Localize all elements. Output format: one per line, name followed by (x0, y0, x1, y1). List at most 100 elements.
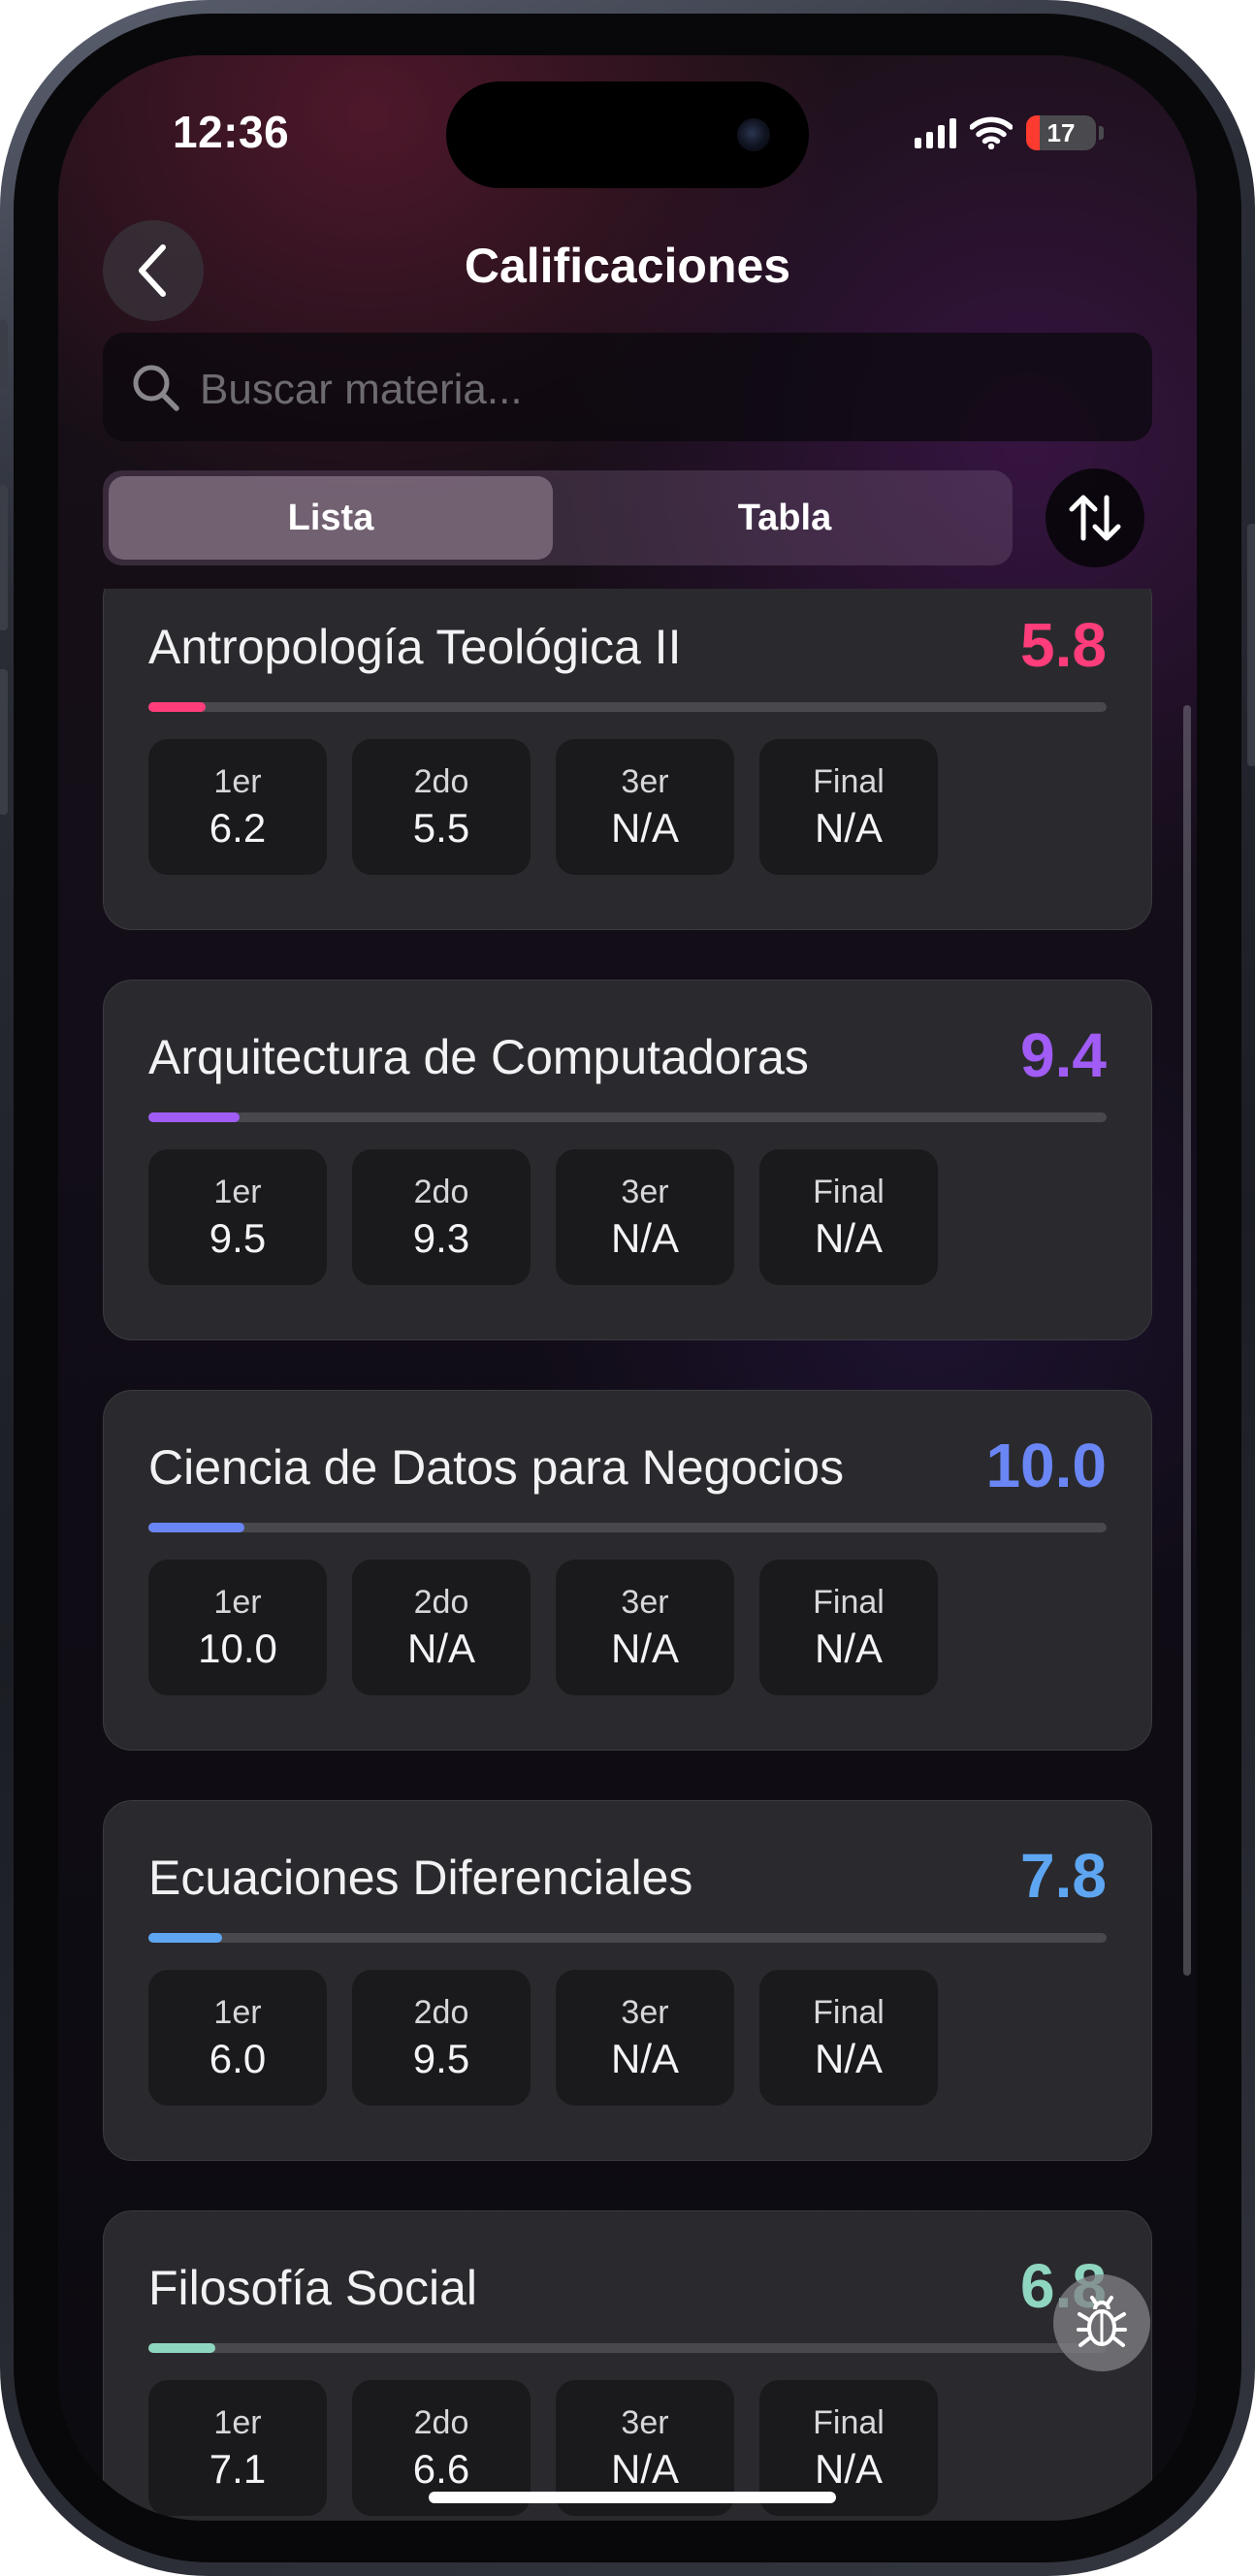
grade-box: 3er N/A (556, 1149, 734, 1285)
dynamic-island (446, 81, 809, 188)
debug-button[interactable] (1053, 2274, 1150, 2371)
subject-average: 9.4 (1020, 1020, 1107, 1090)
subject-card[interactable]: Ecuaciones Diferenciales 7.8 1er 6.0 2do 9… (103, 1800, 1152, 2161)
progress-track (148, 1112, 1107, 1122)
grade-label: 2do (413, 1173, 469, 1210)
grade-box: 1er 10.0 (148, 1560, 327, 1695)
grade-value: 6.0 (209, 2035, 267, 2081)
grade-label: 2do (413, 2403, 469, 2441)
view-toggle: Lista Tabla (103, 470, 1013, 565)
progress-track (148, 702, 1107, 712)
phone-frame: 12:36 17 Calificaciones Buscar materia..… (0, 0, 1255, 2576)
subject-name: Arquitectura de Computadoras (148, 1030, 809, 1084)
subject-average: 5.8 (1020, 610, 1107, 680)
tab-tabla[interactable]: Tabla (563, 476, 1007, 560)
screen: 12:36 17 Calificaciones Buscar materia..… (58, 55, 1197, 2521)
grade-label: 3er (621, 1583, 669, 1621)
search-placeholder: Buscar materia... (200, 366, 523, 413)
grade-box: 2do 9.3 (352, 1149, 531, 1285)
sort-button[interactable] (1046, 468, 1144, 567)
wifi-icon (970, 116, 1013, 149)
grade-label: 2do (413, 762, 469, 800)
grade-value: N/A (610, 804, 679, 851)
scrollbar[interactable] (1183, 705, 1191, 1976)
grade-label: 1er (213, 1173, 262, 1210)
grade-box: 2do 9.5 (352, 1970, 531, 2106)
grade-value: N/A (610, 2445, 679, 2492)
grade-boxes: 1er 6.0 2do 9.5 3er N/A Final N/A (148, 1970, 938, 2106)
grade-label: 1er (213, 2403, 262, 2441)
camera-icon (737, 118, 770, 151)
status-time: 12:36 (173, 107, 290, 157)
grade-label: Final (813, 1173, 885, 1210)
grade-box: 3er N/A (556, 739, 734, 875)
grade-label: 3er (621, 1173, 669, 1210)
volume-down-button (0, 669, 8, 815)
grade-box: Final N/A (759, 1560, 938, 1695)
grade-box: Final N/A (759, 1149, 938, 1285)
progress-bar (148, 1112, 240, 1122)
volume-up-button (0, 485, 8, 630)
grade-value: 9.5 (412, 2035, 470, 2081)
search-icon (133, 365, 179, 411)
power-button (1247, 524, 1255, 766)
signal-icon (915, 117, 956, 148)
grade-box: 3er N/A (556, 1560, 734, 1695)
subject-card[interactable]: Filosofía Social 6.8 1er 7.1 2do 6.6 3er N/… (103, 2210, 1152, 2521)
grade-label: Final (813, 762, 885, 800)
progress-bar (148, 2343, 216, 2353)
progress-bar (148, 1523, 244, 1532)
progress-bar (148, 1933, 223, 1943)
search-input[interactable]: Buscar materia... (103, 333, 1152, 441)
subject-name: Antropología Teológica II (148, 620, 682, 674)
grade-label: 2do (413, 1993, 469, 2031)
grade-value: 5.5 (412, 804, 470, 851)
grade-label: 3er (621, 2403, 669, 2441)
grade-boxes: 1er 6.2 2do 5.5 3er N/A Final N/A (148, 739, 938, 875)
grade-box: 2do N/A (352, 1560, 531, 1695)
grade-label: 1er (213, 1583, 262, 1621)
grade-value: N/A (814, 1214, 883, 1261)
grade-box: 1er 9.5 (148, 1149, 327, 1285)
progress-track (148, 2343, 1107, 2353)
grade-value: 9.3 (412, 1214, 470, 1261)
subject-name: Ecuaciones Diferenciales (148, 1851, 693, 1905)
home-indicator[interactable] (429, 2492, 836, 2503)
action-button (0, 320, 8, 388)
grade-box: Final N/A (759, 739, 938, 875)
tab-lista[interactable]: Lista (109, 476, 553, 560)
subject-card[interactable]: Arquitectura de Computadoras 9.4 1er 9.5 … (103, 980, 1152, 1340)
grade-box: 2do 5.5 (352, 739, 531, 875)
grade-value: 6.6 (412, 2445, 470, 2492)
progress-track (148, 1523, 1107, 1532)
progress-track (148, 1933, 1107, 1943)
subject-average: 10.0 (985, 1431, 1107, 1500)
sort-arrows-icon (1069, 495, 1121, 541)
subject-list[interactable]: Antropología Teológica II 5.8 1er 6.2 2do… (103, 589, 1152, 2521)
grade-value: N/A (406, 1625, 475, 1671)
bug-icon (1077, 2296, 1127, 2347)
grade-value: N/A (814, 2445, 883, 2492)
grade-value: N/A (610, 1214, 679, 1261)
grade-label: Final (813, 2403, 885, 2441)
grade-label: Final (813, 1993, 885, 2031)
grade-box: 1er 6.0 (148, 1970, 327, 2106)
grade-value: N/A (814, 2035, 883, 2081)
grade-box: 1er 7.1 (148, 2380, 327, 2516)
grade-box: 1er 6.2 (148, 739, 327, 875)
grade-value: 7.1 (209, 2445, 267, 2492)
grade-value: N/A (814, 804, 883, 851)
grade-label: 1er (213, 1993, 262, 2031)
grade-boxes: 1er 10.0 2do N/A 3er N/A Final N/A (148, 1560, 938, 1695)
grade-label: 2do (413, 1583, 469, 1621)
grade-value: N/A (610, 2035, 679, 2081)
grade-value: 6.2 (209, 804, 267, 851)
subject-card[interactable]: Antropología Teológica II 5.8 1er 6.2 2do… (103, 589, 1152, 930)
grade-label: 1er (213, 762, 262, 800)
status-icons: 17 (915, 113, 1104, 152)
battery-level: 17 (1046, 117, 1076, 147)
battery-tip (1099, 126, 1104, 140)
subject-card[interactable]: Ciencia de Datos para Negocios 10.0 1er 1… (103, 1390, 1152, 1751)
subject-name: Ciencia de Datos para Negocios (148, 1440, 845, 1495)
grade-value: 9.5 (209, 1214, 267, 1261)
